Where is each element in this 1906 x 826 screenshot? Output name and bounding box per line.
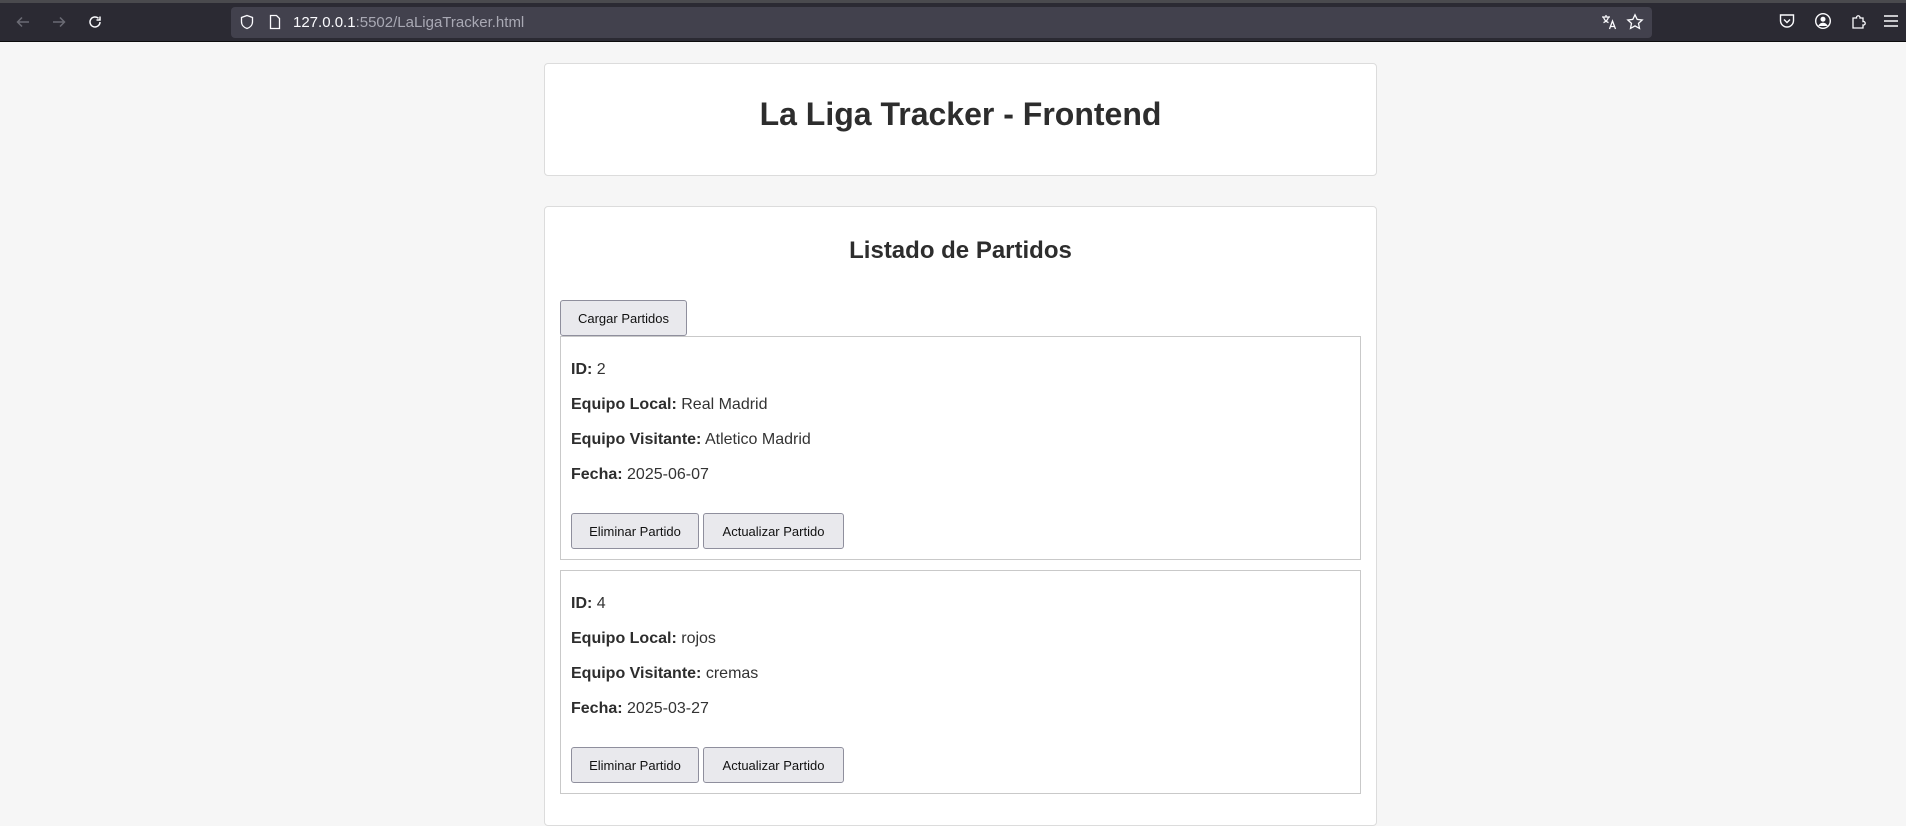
header-card: La Liga Tracker - Frontend — [544, 63, 1377, 176]
extensions-button[interactable] — [1850, 12, 1868, 35]
match-item: ID: 2 Equipo Local: Real Madrid Equipo V… — [560, 336, 1361, 560]
match-id-row: ID: 4 — [571, 595, 606, 613]
date-row: Fecha: 2025-06-07 — [571, 466, 709, 484]
date-row: Fecha: 2025-03-27 — [571, 700, 709, 718]
update-match-button[interactable]: Actualizar Partido — [703, 513, 844, 549]
load-matches-button[interactable]: Cargar Partidos — [560, 300, 687, 336]
url-bar[interactable]: 127.0.0.1:5502/LaLigaTracker.html — [231, 7, 1652, 38]
away-team: cremas — [705, 665, 759, 682]
pocket-button[interactable] — [1778, 12, 1796, 35]
account-button[interactable] — [1814, 12, 1832, 35]
away-team-row: Equipo Visitante: Atletico Madrid — [571, 431, 811, 449]
reload-button[interactable] — [80, 7, 110, 37]
translate-icon[interactable] — [1600, 13, 1618, 31]
date-label: Fecha: — [571, 700, 623, 717]
home-team: rojos — [681, 630, 716, 647]
match-date: 2025-03-27 — [627, 700, 709, 717]
update-match-button[interactable]: Actualizar Partido — [703, 747, 844, 783]
away-team-label: Equipo Visitante: — [571, 431, 702, 448]
match-date: 2025-06-07 — [627, 466, 709, 483]
match-id-row: ID: 2 — [571, 361, 606, 379]
url-host: 127.0.0.1 — [293, 14, 356, 31]
delete-match-button[interactable]: Eliminar Partido — [571, 513, 699, 549]
home-team-row: Equipo Local: Real Madrid — [571, 396, 768, 414]
match-item: ID: 4 Equipo Local: rojos Equipo Visitan… — [560, 570, 1361, 794]
back-arrow-icon — [16, 16, 29, 28]
hamburger-menu-icon — [1884, 15, 1898, 27]
forward-button[interactable] — [44, 7, 74, 37]
date-label: Fecha: — [571, 466, 623, 483]
back-button[interactable] — [8, 7, 38, 37]
reload-icon — [89, 16, 101, 28]
match-id: 4 — [596, 595, 606, 612]
match-id: 2 — [596, 361, 606, 378]
bookmark-star-icon[interactable] — [1626, 13, 1644, 31]
home-team: Real Madrid — [681, 396, 768, 413]
home-team-label: Equipo Local: — [571, 630, 677, 647]
page-icon[interactable] — [267, 14, 283, 30]
url-text[interactable]: 127.0.0.1:5502/LaLigaTracker.html — [293, 14, 524, 31]
away-team-label: Equipo Visitante: — [571, 665, 702, 682]
away-team: Atletico Madrid — [704, 431, 811, 448]
page-title: La Liga Tracker - Frontend — [759, 96, 1162, 132]
delete-match-button[interactable]: Eliminar Partido — [571, 747, 699, 783]
shield-icon[interactable] — [239, 14, 255, 30]
id-label: ID: — [571, 361, 593, 378]
matches-card: Listado de Partidos Cargar Partidos ID: … — [544, 206, 1377, 826]
home-team-row: Equipo Local: rojos — [571, 630, 716, 648]
browser-toolbar: 127.0.0.1:5502/LaLigaTracker.html — [0, 3, 1906, 42]
pocket-icon — [1779, 14, 1795, 28]
away-team-row: Equipo Visitante: cremas — [571, 665, 758, 683]
menu-button[interactable] — [1882, 12, 1900, 35]
matches-heading: Listado de Partidos — [849, 237, 1072, 264]
id-label: ID: — [571, 595, 593, 612]
page-content: La Liga Tracker - Frontend Listado de Pa… — [0, 43, 1906, 826]
account-icon — [1814, 12, 1832, 30]
url-path: :5502/LaLigaTracker.html — [355, 14, 525, 31]
forward-arrow-icon — [53, 16, 66, 28]
home-team-label: Equipo Local: — [571, 396, 677, 413]
puzzle-icon — [1852, 15, 1866, 29]
